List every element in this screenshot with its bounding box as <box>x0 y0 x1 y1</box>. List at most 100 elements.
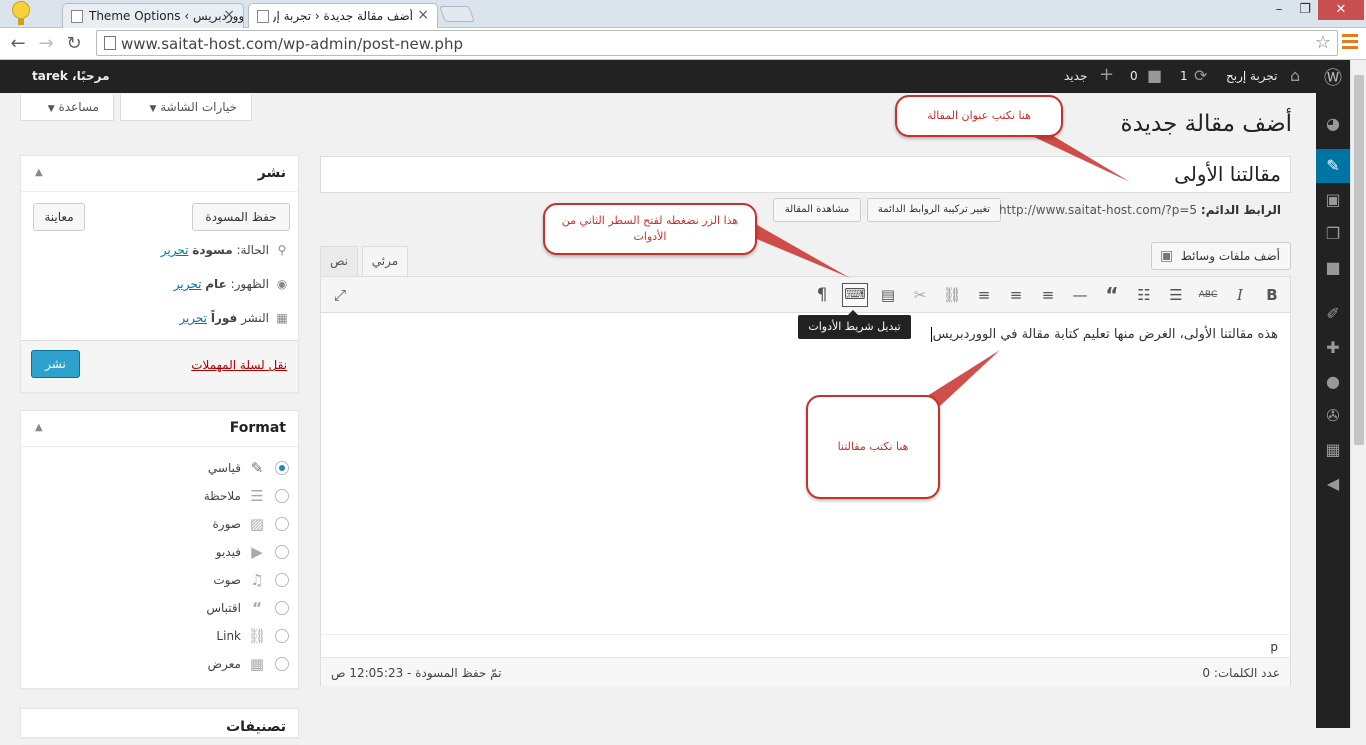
plugins-icon[interactable]: ✚ <box>1316 331 1350 365</box>
url-text[interactable]: www.saitat-host.com/wp-admin/post-new.ph… <box>121 35 463 53</box>
pages-icon[interactable]: ❐ <box>1316 217 1350 251</box>
editor-body-text: هذه مقالتنا الأولى، الغرض منها تعليم كتا… <box>932 327 1278 342</box>
site-name-link[interactable]: تجربة إربح <box>1226 69 1278 83</box>
page-icon <box>104 36 116 50</box>
format-box-header[interactable]: Format ▲ <box>21 411 298 447</box>
users-icon[interactable]: ● <box>1316 365 1350 399</box>
back-arrow-icon[interactable]: ← <box>6 32 30 56</box>
edit-status-link[interactable]: تحرير <box>161 243 189 257</box>
screen-options-button[interactable]: خيارات الشاشة ▼ <box>120 94 252 121</box>
comments-count[interactable]: 0 <box>1130 69 1138 83</box>
bold-icon[interactable]: B <box>1261 285 1283 305</box>
media-icon[interactable]: ▣ <box>1316 183 1350 217</box>
settings-icon[interactable]: ▦ <box>1316 433 1350 467</box>
browser-tab-new-post[interactable]: أضف مقالة جديدة ‹ تجربة إربح × <box>248 3 438 29</box>
reload-icon[interactable]: ↻ <box>62 32 86 56</box>
unlink-icon[interactable]: ✂ <box>909 285 931 305</box>
format-option-link[interactable]: ⛓ Link <box>31 627 291 647</box>
align-left-icon[interactable]: ≡ <box>1037 285 1059 305</box>
bookmark-star-icon[interactable]: ☆ <box>1315 32 1331 53</box>
align-center-icon[interactable]: ≡ <box>1005 285 1027 305</box>
change-permalinks-button[interactable]: تغيير تركيبة الروابط الدائمة <box>867 198 1001 222</box>
forward-arrow-icon[interactable]: → <box>34 32 58 56</box>
horizontal-line-icon[interactable]: — <box>1069 285 1091 305</box>
address-bar[interactable]: www.saitat-host.com/wp-admin/post-new.ph… <box>96 30 1338 56</box>
comments-icon[interactable]: ■ <box>1147 66 1162 85</box>
editor-toolbar: B I ABC ☰ ☷ “ — ≡ ≡ ≡ ⛓ ✂ ▤ ⌨ ¶ ⤢ <box>321 277 1290 313</box>
help-button[interactable]: مساعدة ▼ <box>20 94 114 121</box>
format-option-audio[interactable]: ♫ صوت <box>31 571 291 591</box>
align-right-icon[interactable]: ≡ <box>973 285 995 305</box>
radio-button[interactable] <box>275 545 289 559</box>
tools-icon[interactable]: ✇ <box>1316 399 1350 433</box>
categories-box-header[interactable]: تصنيفات <box>21 709 298 745</box>
radio-button[interactable] <box>275 629 289 643</box>
maximize-button[interactable]: ❐ <box>1292 0 1318 20</box>
link-icon[interactable]: ⛓ <box>941 285 963 305</box>
view-post-button[interactable]: مشاهدة المقالة <box>773 198 861 222</box>
wordpress-logo-icon[interactable]: Ⓦ <box>1324 64 1342 90</box>
minimize-button[interactable]: – <box>1266 0 1292 20</box>
gallery-icon: ▦ <box>249 655 265 673</box>
radio-button[interactable] <box>275 461 289 475</box>
collapse-menu-icon[interactable]: ◀ <box>1316 467 1350 501</box>
close-window-button[interactable]: ✕ <box>1318 0 1364 20</box>
close-icon[interactable]: × <box>223 7 235 23</box>
radio-button[interactable] <box>275 489 289 503</box>
editor-path: p <box>321 634 1290 656</box>
plus-icon[interactable]: + <box>1099 64 1114 85</box>
edit-visibility-link[interactable]: تحرير <box>174 277 202 291</box>
add-media-button[interactable]: ▣ أضف ملفات وسائط <box>1151 242 1291 270</box>
radio-button[interactable] <box>275 601 289 615</box>
rtl-direction-icon[interactable]: ¶ <box>811 285 833 305</box>
status-label: الحالة: <box>236 243 269 257</box>
bullet-list-icon[interactable]: ☰ <box>1165 285 1187 305</box>
browser-menu-icon[interactable] <box>1342 34 1358 52</box>
format-option-standard[interactable]: ✎ قياسي <box>31 459 291 479</box>
browser-tab-strip: Theme Options ‹ ووردبريس × أضف مقالة جدي… <box>0 0 1366 29</box>
blockquote-icon[interactable]: “ <box>1101 285 1123 305</box>
collapse-arrow-icon[interactable]: ▲ <box>35 167 43 178</box>
edit-publish-time-link[interactable]: تحرير <box>179 311 207 325</box>
radio-button[interactable] <box>275 657 289 671</box>
categories-box-title: تصنيفات <box>226 719 286 735</box>
format-option-image[interactable]: ▨ صورة <box>31 515 291 535</box>
new-content-link[interactable]: جديد <box>1064 69 1087 83</box>
updates-icon[interactable]: ⟳ <box>1194 66 1207 85</box>
scrollbar-thumb[interactable] <box>1354 75 1364 445</box>
toolbar-toggle-icon[interactable]: ⌨ <box>842 283 868 307</box>
collapse-arrow-icon[interactable]: ▲ <box>35 422 43 433</box>
comments-icon[interactable]: ■ <box>1316 251 1350 285</box>
strikethrough-icon[interactable]: ABC <box>1197 285 1219 305</box>
permalink-url[interactable]: http://www.saitat-host.com/?p=5 <box>999 203 1197 217</box>
posts-icon[interactable]: ✎ <box>1316 149 1350 183</box>
dashboard-icon[interactable]: ◕ <box>1316 107 1350 141</box>
post-title-input[interactable]: مقالتنا الأولى <box>320 156 1291 193</box>
new-tab-button[interactable] <box>439 6 475 22</box>
publish-box-header[interactable]: نشر ▲ <box>21 156 298 192</box>
format-option-video[interactable]: ▶ فيديو <box>31 543 291 563</box>
publish-button[interactable]: نشر <box>31 350 80 378</box>
tab-text[interactable]: نص <box>320 246 358 276</box>
radio-button[interactable] <box>275 573 289 587</box>
radio-button[interactable] <box>275 517 289 531</box>
browser-tab-theme-options[interactable]: Theme Options ‹ ووردبريس × <box>62 3 244 28</box>
italic-icon[interactable]: I <box>1229 285 1251 305</box>
read-more-icon[interactable]: ▤ <box>877 285 899 305</box>
numbered-list-icon[interactable]: ☷ <box>1133 285 1155 305</box>
format-option-quote[interactable]: “ اقتباس <box>31 599 291 619</box>
fullscreen-icon[interactable]: ⤢ <box>329 285 351 305</box>
user-greeting[interactable]: مرحبًا، tarek <box>32 69 110 83</box>
format-option-aside[interactable]: ☰ ملاحظة <box>31 487 291 507</box>
page-scrollbar[interactable] <box>1350 60 1366 728</box>
media-icon: ▣ <box>1160 248 1174 264</box>
close-icon[interactable]: × <box>417 7 429 23</box>
appearance-icon[interactable]: ✐ <box>1316 297 1350 331</box>
home-icon[interactable]: ⌂ <box>1290 66 1300 85</box>
save-draft-button[interactable]: حفظ المسودة <box>192 203 290 231</box>
tab-visual[interactable]: مرئي <box>362 246 408 276</box>
preview-button[interactable]: معاينة <box>33 203 85 231</box>
updates-count[interactable]: 1 <box>1180 69 1188 83</box>
format-option-gallery[interactable]: ▦ معرض <box>31 655 291 675</box>
move-to-trash-link[interactable]: نقل لسلة المهملات <box>191 358 287 372</box>
